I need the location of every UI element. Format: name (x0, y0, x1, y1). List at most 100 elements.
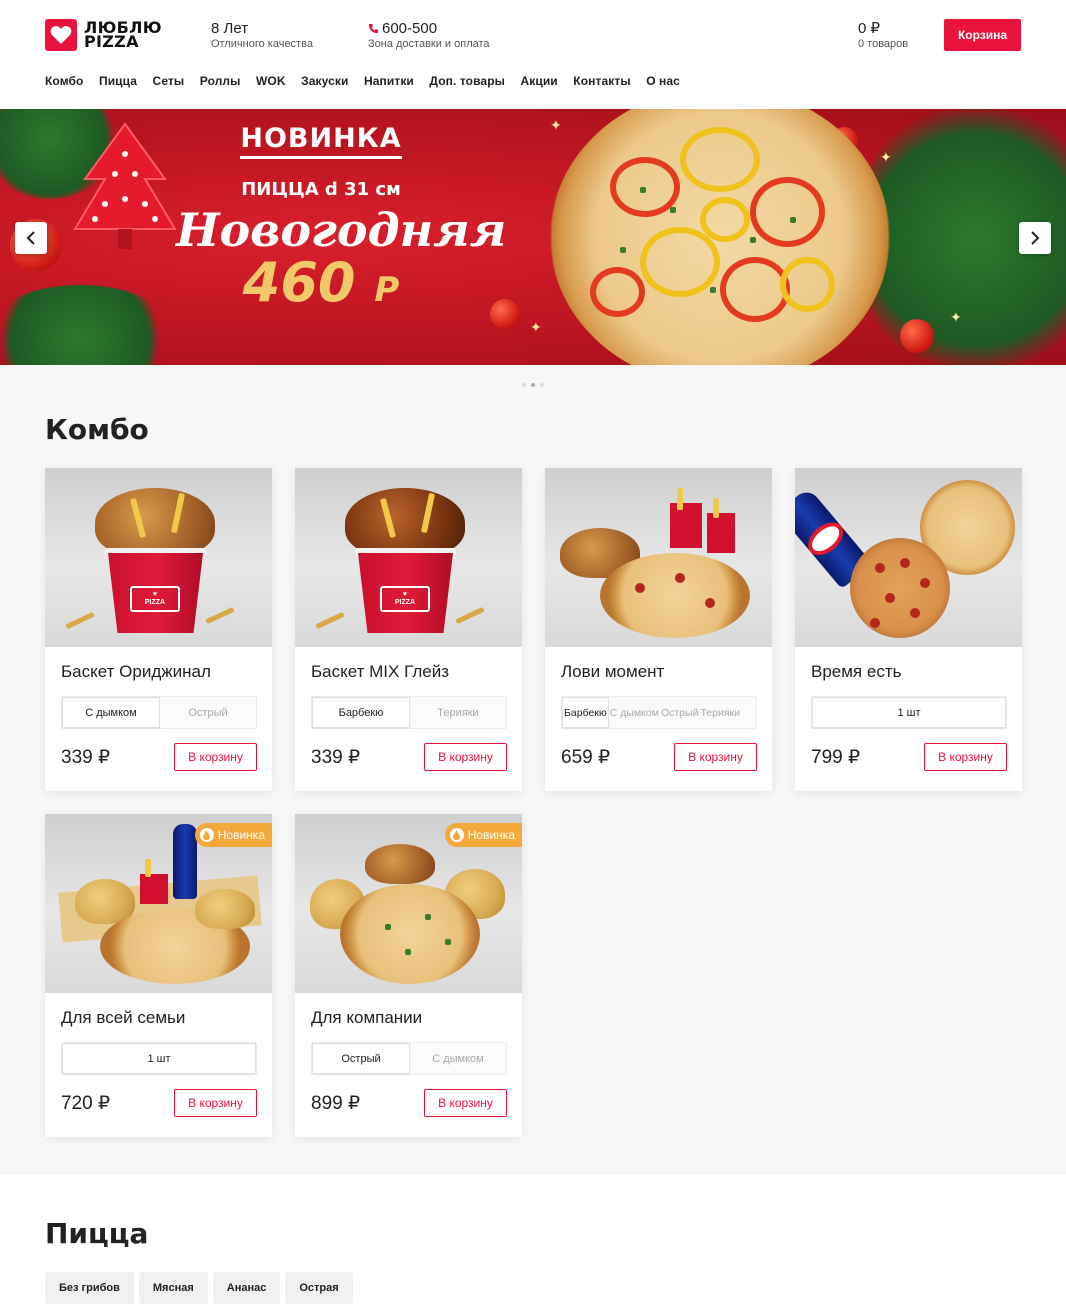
slider-next-button[interactable] (1019, 222, 1051, 254)
option-button[interactable]: Острый (160, 697, 256, 728)
filter-chip[interactable]: Острая (285, 1272, 353, 1304)
option-selector: Барбекю С дымком Острый Терияки (561, 696, 757, 729)
product-name: Баскет Ориджинал (61, 662, 211, 681)
pizza-section: Пицца Без грибов Мясная Ананас Острая (0, 1175, 1066, 1312)
new-badge: Новинка (444, 823, 522, 847)
nav-item-snacks[interactable]: Закуски (301, 74, 348, 88)
product-card[interactable]: ♥ PIZZA Баскет Ориджинал С дымком Острый … (45, 468, 272, 791)
phone-icon (368, 23, 379, 34)
filter-chip[interactable]: Без грибов (45, 1272, 134, 1304)
product-card[interactable]: Лови момент Барбекю С дымком Острый Тери… (545, 468, 772, 791)
product-card[interactable]: ♥ PIZZA Баскет MIX Глейз Барбекю Терияки … (295, 468, 522, 791)
option-button[interactable]: Барбекю (562, 697, 609, 728)
product-card[interactable]: Время есть 1 шт 799 ₽ В корзину (795, 468, 1022, 791)
nav-item-promos[interactable]: Акции (520, 74, 557, 88)
add-to-cart-button[interactable]: В корзину (174, 743, 257, 771)
section-title-pizza: Пицца (45, 1217, 149, 1250)
new-badge-label: Новинка (217, 828, 265, 842)
product-name: Для компании (311, 1008, 423, 1027)
main-nav: Комбо Пицца Сеты Роллы WOK Закуски Напит… (45, 74, 695, 88)
nav-item-about[interactable]: О нас (646, 74, 680, 88)
garland-decoration (0, 285, 180, 365)
nav-item-wok[interactable]: WOK (256, 74, 286, 88)
years-info: 8 Лет Отличного качества (211, 20, 313, 52)
option-button[interactable]: Острый (312, 1043, 410, 1074)
filter-chip[interactable]: Мясная (138, 1272, 208, 1304)
add-to-cart-button[interactable]: В корзину (424, 1089, 507, 1117)
promo-banner[interactable]: ✦ ✦ ✦ ✦ НОВИНКА ПИЦЦА d 31 см Новогодняя… (0, 109, 1066, 365)
christmas-tree-icon (73, 122, 177, 249)
option-button[interactable]: 1 шт (812, 697, 1006, 728)
brand-logo[interactable]: ЛЮБЛЮ PIZZA (45, 19, 162, 51)
banner-subtitle: ПИЦЦА d 31 см (241, 179, 401, 200)
product-image: ♥ PIZZA (45, 468, 272, 647)
brand-logo-icon: ♥ PIZZA (380, 586, 430, 612)
brand-name: ЛЮБЛЮ PIZZA (84, 18, 162, 51)
product-image (545, 468, 772, 647)
product-name: Для всей семьи (61, 1008, 186, 1027)
product-price: 720 ₽ (61, 1092, 111, 1114)
banner-price: 460 Р (242, 251, 400, 314)
option-selector: 1 шт (61, 1042, 257, 1075)
filter-chip[interactable]: Ананас (212, 1272, 281, 1304)
option-selector: Острый С дымком (311, 1042, 507, 1075)
nav-item-rolls[interactable]: Роллы (200, 74, 241, 88)
option-button[interactable]: С дымком (62, 697, 160, 728)
tomato-decoration (900, 319, 934, 353)
slider-dot-active[interactable] (531, 383, 535, 387)
nav-item-extras[interactable]: Доп. товары (429, 74, 505, 88)
product-card[interactable]: Новинка Для всей семьи 1 шт 720 ₽ В корз… (45, 814, 272, 1137)
slider-prev-button[interactable] (15, 222, 47, 254)
product-card[interactable]: Новинка Для компании Острый С дымком 899… (295, 814, 522, 1137)
product-price: 659 ₽ (561, 746, 611, 768)
product-name: Лови момент (561, 662, 665, 681)
add-to-cart-button[interactable]: В корзину (674, 743, 757, 771)
cart-summary: 0 ₽ 0 товаров (858, 20, 908, 52)
product-price: 899 ₽ (311, 1092, 361, 1114)
nav-item-sets[interactable]: Сеты (153, 74, 185, 88)
option-button[interactable]: Терияки (410, 697, 506, 728)
nav-item-drinks[interactable]: Напитки (364, 74, 414, 88)
option-selector: 1 шт (811, 696, 1007, 729)
product-image (795, 468, 1022, 647)
new-badge: Новинка (194, 823, 272, 847)
cart-button[interactable]: Корзина (944, 19, 1021, 51)
brand-logo-icon: ♥ PIZZA (130, 586, 180, 612)
fire-icon (449, 828, 464, 842)
fire-icon (199, 828, 214, 842)
nav-item-combo[interactable]: Комбо (45, 74, 83, 88)
banner-currency: Р (374, 270, 400, 310)
cart-total: 0 ₽ (858, 20, 881, 37)
pizza-image (550, 109, 890, 365)
nav-item-pizza[interactable]: Пицца (99, 74, 137, 88)
product-price: 799 ₽ (811, 746, 861, 768)
add-to-cart-button[interactable]: В корзину (924, 743, 1007, 771)
phone-number[interactable]: 600-500 (382, 20, 437, 37)
add-to-cart-button[interactable]: В корзину (424, 743, 507, 771)
pizza-filters: Без грибов Мясная Ананас Острая (45, 1272, 353, 1304)
option-button[interactable]: 1 шт (62, 1043, 256, 1074)
phone-info[interactable]: 600-500 Зона доставки и оплата (368, 20, 490, 52)
option-button[interactable]: Терияки (699, 697, 741, 728)
option-button[interactable]: Барбекю (312, 697, 410, 728)
option-button[interactable]: С дымком (609, 697, 660, 728)
option-selector: Барбекю Терияки (311, 696, 507, 729)
banner-headline: НОВИНКА ПИЦЦА d 31 см Новогодняя 460 Р (176, 123, 506, 319)
option-button[interactable]: Острый (660, 697, 699, 728)
new-badge-label: Новинка (467, 828, 515, 842)
heart-icon (45, 19, 77, 51)
product-price: 339 ₽ (61, 746, 111, 768)
product-image: ♥ PIZZA (295, 468, 522, 647)
option-button[interactable]: С дымком (410, 1043, 506, 1074)
chevron-left-icon (26, 231, 35, 245)
option-selector: С дымком Острый (61, 696, 257, 729)
slider-dot[interactable] (522, 383, 526, 387)
site-header: ЛЮБЛЮ PIZZA 8 Лет Отличного качества 600… (0, 0, 1066, 109)
slider-dot[interactable] (540, 383, 544, 387)
chevron-right-icon (1031, 231, 1040, 245)
delivery-zone-link[interactable]: Зона доставки и оплата (368, 37, 490, 52)
nav-item-contacts[interactable]: Контакты (573, 74, 630, 88)
years-subtitle: Отличного качества (211, 38, 313, 50)
slider-dots (0, 365, 1066, 405)
add-to-cart-button[interactable]: В корзину (174, 1089, 257, 1117)
